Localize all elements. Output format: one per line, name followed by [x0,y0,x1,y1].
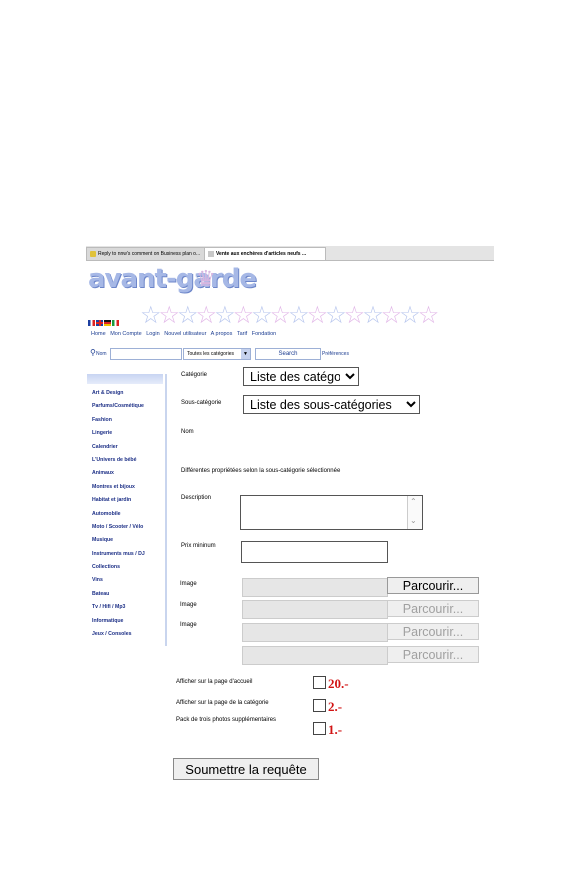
browse-button-3[interactable]: Parcourir... [387,623,479,640]
photos-price: 1.- [328,722,343,737]
sidebar-item-collections[interactable]: Collections [92,561,145,574]
category-select-value: Toutes les catégories [187,351,234,357]
proprietes-text: Différentes propriétées selon la sous-ca… [181,468,341,474]
nav-nouvel-utilisateur[interactable]: Nouvel utilisateur [164,331,206,337]
nom-label: Nom [181,429,194,435]
flag-de-icon[interactable] [104,320,111,326]
sidebar-item-fashion[interactable]: Fashion [92,414,145,427]
browser-tab-1[interactable]: Reply to nnw's comment on Business plan … [86,247,206,261]
page-icon [90,250,96,257]
sidebar-item-vins[interactable]: Vins [92,574,145,587]
image-field-1[interactable] [242,578,388,597]
search-input[interactable] [110,348,182,360]
photos-checkbox[interactable] [313,722,326,735]
search-magnifier-icon: ⚲ [90,348,96,357]
image-field-4[interactable] [242,646,388,665]
sidebar-item-tv-hifi[interactable]: Tv / Hifi / Mp3 [92,601,145,614]
sidebar-item-bateau[interactable]: Bateau [92,588,145,601]
sidebar-item-instruments[interactable]: Instruments mus / DJ [92,548,145,561]
search-button-label: Search [278,351,298,357]
chevron-down-icon: ▼ [241,349,250,359]
souscategorie-label: Sous-catégorie [181,400,222,406]
image-label-2: Image [180,602,197,608]
sidebar-item-animaux[interactable]: Animaux [92,467,145,480]
search-bar: ⚲ Nom Toutes les catégories ▼ Search Pré… [90,348,360,360]
sidebar-item-calendrier[interactable]: Calendrier [92,441,145,454]
page-icon [208,250,214,257]
accueil-checkbox[interactable] [313,676,326,689]
image-field-2[interactable] [242,600,388,619]
browser-tab-2[interactable]: Vente aux enchères d'articles neufs ... [204,247,326,260]
search-label: Nom [96,351,107,357]
sidebar-item-automobile[interactable]: Automobile [92,508,145,521]
categorie-page-checkbox[interactable] [313,699,326,712]
browse-button-1[interactable]: Parcourir... [387,577,479,594]
accueil-price: 20.- [328,676,349,691]
image-field-3[interactable] [242,623,388,642]
categorie-label: Catégorie [181,372,208,378]
language-flags [88,313,120,326]
scroll-down-icon[interactable]: ⌄ [410,516,417,525]
scroll-up-icon[interactable]: ⌃ [410,497,417,506]
sidebar-item-musique[interactable]: Musique [92,534,145,547]
flag-it-icon[interactable] [112,320,119,326]
nav-tarif[interactable]: Tarif [237,331,247,337]
photos-label: Pack de trois photos supplémentaires [176,717,277,723]
sidebar-item-jeux[interactable]: Jeux / Consoles [92,628,145,641]
tab-title: Vente aux enchères d'articles neufs ... [216,251,307,257]
sidebar-item-parfums[interactable]: Parfums/Cosmétique [92,400,145,413]
accueil-label: Afficher sur la page d'accueil [176,679,253,685]
category-sidebar: Art & Design Parfums/Cosmétique Fashion … [87,374,167,646]
description-textarea[interactable]: ⌃ ⌄ [240,495,423,530]
categorie-select[interactable]: Liste des catégories [243,367,359,386]
prix-input[interactable] [241,541,388,563]
flag-uk-icon[interactable] [96,320,103,326]
decorative-stars-icon: ☆☆☆☆☆☆☆☆☆☆☆☆☆☆☆☆ [140,302,439,329]
image-label-3: Image [180,622,197,628]
sidebar-item-univers-bebe[interactable]: L'Univers de bébé [92,454,145,467]
nav-mon-compte[interactable]: Mon Compte [110,331,142,337]
sidebar-list: Art & Design Parfums/Cosmétique Fashion … [92,387,145,641]
sidebar-header [87,374,163,384]
nav-a-propos[interactable]: A propos [211,331,233,337]
sidebar-item-art-design[interactable]: Art & Design [92,387,145,400]
site-logo[interactable]: avant-garde [88,264,257,294]
sidebar-item-lingerie[interactable]: Lingerie [92,427,145,440]
nav-home[interactable]: Home [91,331,106,337]
crown-icon: ♛ [196,266,216,291]
souscategorie-select[interactable]: Liste des sous-catégories [243,395,420,414]
submit-button[interactable]: Soumettre la requête [173,758,319,780]
categorie-page-price: 2.- [328,699,343,714]
description-label: Description [181,495,212,501]
main-nav: Home Mon Compte Login Nouvel utilisateur… [91,331,279,337]
browser-tab-strip: Reply to nnw's comment on Business plan … [86,246,494,261]
browse-button-2[interactable]: Parcourir... [387,600,479,617]
sidebar-item-montres[interactable]: Montres et bijoux [92,481,145,494]
sidebar-item-moto[interactable]: Moto / Scooter / Vélo [92,521,145,534]
nav-login[interactable]: Login [146,331,159,337]
image-label-1: Image [180,581,197,587]
categorie-page-label: Afficher sur la page de la catégorie [176,700,269,706]
category-select[interactable]: Toutes les catégories ▼ [183,348,251,360]
tab-title: Reply to nnw's comment on Business plan … [98,251,201,257]
nav-fondation[interactable]: Fondation [252,331,276,337]
sidebar-item-informatique[interactable]: Informatique [92,615,145,628]
search-button[interactable]: Search [255,348,321,360]
prix-label: Prix mininum [181,543,216,549]
sidebar-item-habitat[interactable]: Habitat et jardin [92,494,145,507]
browse-button-4[interactable]: Parcourir... [387,646,479,663]
textarea-scrollbar[interactable]: ⌃ ⌄ [407,496,422,529]
flag-fr-icon[interactable] [88,320,95,326]
preferences-link[interactable]: Préférences [322,351,349,357]
